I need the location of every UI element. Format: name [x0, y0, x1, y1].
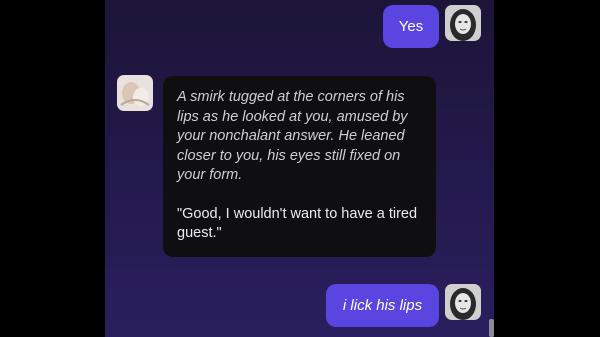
bot-speech-text: "Good, I wouldn't want to have a tired g… [177, 205, 418, 242]
user-message-text: Yes [398, 18, 424, 35]
user-message-bubble: Yes [383, 5, 439, 48]
user-avatar[interactable] [445, 284, 481, 320]
scrollbar-thumb[interactable] [489, 319, 494, 337]
chat-panel: Yes A smirk tugged at the corners of his… [105, 0, 494, 337]
bot-message-bubble: A smirk tugged at the corners of his lip… [163, 76, 436, 257]
bot-narration-text: A smirk tugged at the corners of his lip… [177, 89, 408, 183]
user-message-bubble: i lick his lips [326, 284, 439, 327]
user-avatar[interactable] [445, 5, 481, 41]
user-message-text: i lick his lips [342, 297, 423, 314]
bot-avatar[interactable] [117, 75, 153, 111]
